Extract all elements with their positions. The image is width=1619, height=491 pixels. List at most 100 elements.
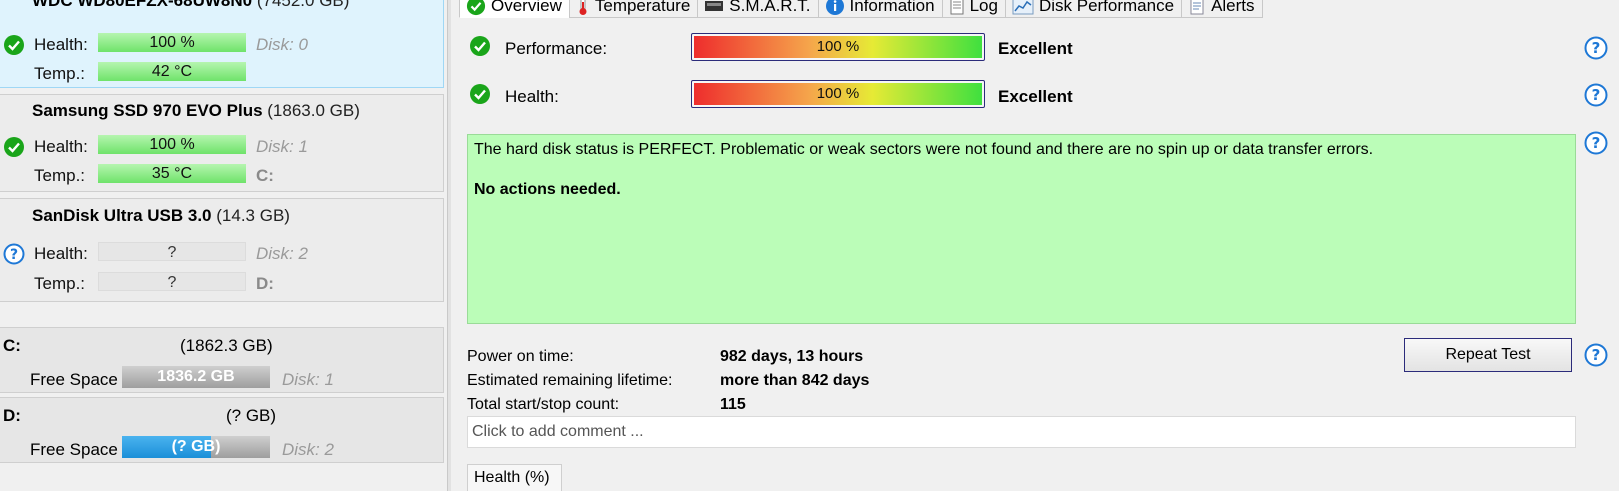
partition-size: (1862.3 GB) [180, 336, 273, 355]
tab-label: Log [969, 0, 998, 15]
help-icon[interactable]: ? [1584, 36, 1608, 60]
health-chart-tab[interactable]: Health (%) [467, 464, 562, 491]
tab-disk-performance[interactable]: Disk Performance [1004, 0, 1183, 18]
power-on-label: Power on time: [467, 348, 574, 365]
svg-text:?: ? [10, 247, 18, 263]
disk-title: WDC WD80EFZX-68UW8N0 (7452.0 GB) [32, 0, 349, 11]
tab-label: Overview [491, 0, 562, 15]
performance-rating: Excellent [998, 39, 1073, 58]
temp-label: Temp.: [34, 274, 86, 293]
tab-smart[interactable]: S.M.A.R.T. [697, 0, 819, 18]
check-icon [470, 36, 490, 56]
start-stop-label: Total start/stop count: [467, 396, 620, 413]
tab-information[interactable]: Information [817, 0, 943, 18]
disk-size: (1863.0 GB) [267, 101, 360, 120]
health-bar: 100 % [691, 80, 985, 108]
disk-number: Disk: 2 [256, 244, 308, 263]
start-stop-value: 115 [720, 396, 746, 413]
disk-number: Disk: 2 [282, 440, 334, 459]
disk-card-0[interactable]: WDC WD80EFZX-68UW8N0 (7452.0 GB) Health:… [0, 0, 444, 88]
comment-input[interactable] [467, 416, 1576, 448]
repeat-test-button[interactable]: Repeat Test [1404, 338, 1572, 372]
tab-label: S.M.A.R.T. [729, 0, 811, 15]
partition-card-c[interactable]: C: (1862.3 GB) Free Space 1836.2 GB Disk… [0, 327, 444, 393]
svg-text:?: ? [1592, 346, 1601, 364]
health-label: Health: [505, 87, 559, 106]
status-message-box: The hard disk status is PERFECT. Problem… [467, 134, 1576, 324]
temp-bar: 35 °C [98, 164, 246, 183]
health-bar: 100 % [98, 135, 246, 154]
tab-bar: Overview Temperature S.M.A.R.T. Informat… [459, 0, 1263, 18]
info-icon [825, 0, 844, 15]
disk-card-1[interactable]: Samsung SSD 970 EVO Plus (1863.0 GB) Hea… [0, 94, 444, 192]
help-icon[interactable]: ? [1584, 83, 1608, 107]
disk-size: (7452.0 GB) [256, 0, 350, 10]
disk-card-2[interactable]: SanDisk Ultra USB 3.0 (14.3 GB) ? Health… [0, 198, 444, 302]
thermometer-icon [579, 0, 587, 15]
power-on-value: 982 days, 13 hours [720, 348, 864, 365]
disk-number: Disk: 1 [282, 370, 334, 389]
tab-label: Alerts [1211, 0, 1255, 15]
temp-label: Temp.: [34, 166, 86, 185]
health-rating: Excellent [998, 87, 1073, 106]
disk-size: (14.3 GB) [216, 206, 290, 225]
help-icon[interactable]: ? [1584, 131, 1608, 155]
check-icon [4, 35, 24, 55]
question-icon: ? [3, 243, 25, 265]
partition-letter: D: [3, 406, 21, 425]
status-action: No actions needed. [474, 181, 621, 198]
health-label: Health: [34, 244, 88, 263]
free-space-label: Free Space [30, 370, 118, 389]
temp-bar: 42 °C [98, 62, 246, 81]
partition-letter: C: [3, 336, 21, 355]
partition-card-d[interactable]: D: (? GB) Free Space (? GB) Disk: 2 [0, 397, 444, 463]
svg-text:?: ? [1592, 86, 1601, 104]
tab-label: Information [849, 0, 935, 15]
partition-size: (? GB) [226, 406, 277, 425]
log-icon [950, 0, 964, 14]
tab-label: Disk Performance [1038, 0, 1175, 15]
disk-number: Disk: 0 [256, 35, 308, 54]
performance-bar: 100 % [691, 33, 985, 61]
help-icon[interactable]: ? [1584, 343, 1608, 367]
temp-bar: ? [98, 272, 246, 291]
performance-value: 100 % [694, 36, 982, 58]
tab-log[interactable]: Log [941, 0, 1006, 18]
health-bar: 100 % [98, 33, 246, 52]
chart-icon [1012, 0, 1034, 14]
performance-label: Performance: [505, 39, 608, 58]
free-space-label: Free Space [30, 440, 118, 459]
health-value: 100 % [694, 83, 982, 105]
tab-label: Temperature [594, 0, 691, 15]
disk-list-panel: WDC WD80EFZX-68UW8N0 (7452.0 GB) Health:… [0, 0, 447, 491]
details-panel: Overview Temperature S.M.A.R.T. Informat… [451, 0, 1619, 491]
tab-overview[interactable]: Overview [459, 0, 570, 18]
check-icon [466, 0, 486, 15]
free-space-value: 1836.2 GB [157, 368, 235, 385]
lifetime-label: Estimated remaining lifetime: [467, 372, 673, 389]
drive-letter: D: [256, 274, 274, 293]
free-space-bar: (? GB) [122, 436, 270, 458]
disk-model: SanDisk Ultra USB 3.0 [32, 206, 212, 225]
disk-title: Samsung SSD 970 EVO Plus (1863.0 GB) [32, 101, 360, 121]
health-bar: ? [98, 242, 246, 261]
disk-model: Samsung SSD 970 EVO Plus [32, 101, 263, 120]
tab-temperature[interactable]: Temperature [568, 0, 699, 18]
free-space-value: (? GB) [171, 438, 221, 455]
tab-alerts[interactable]: Alerts [1181, 0, 1263, 18]
drive-letter: C: [256, 166, 274, 185]
lifetime-value: more than 842 days [720, 372, 870, 389]
disk-number: Disk: 1 [256, 137, 308, 156]
health-label: Health: [34, 35, 88, 54]
svg-text:?: ? [1592, 134, 1601, 152]
disk-title: SanDisk Ultra USB 3.0 (14.3 GB) [32, 206, 290, 226]
status-text: The hard disk status is PERFECT. Problem… [474, 141, 1374, 158]
check-icon [4, 137, 24, 157]
check-icon [470, 84, 490, 104]
smart-icon [705, 0, 724, 11]
temp-label: Temp.: [34, 64, 86, 83]
health-label: Health: [34, 137, 88, 156]
overview-content: Performance: 100 % Excellent ? Health: 1… [451, 18, 1619, 491]
svg-text:?: ? [1592, 39, 1601, 57]
free-space-bar: 1836.2 GB [122, 366, 270, 388]
